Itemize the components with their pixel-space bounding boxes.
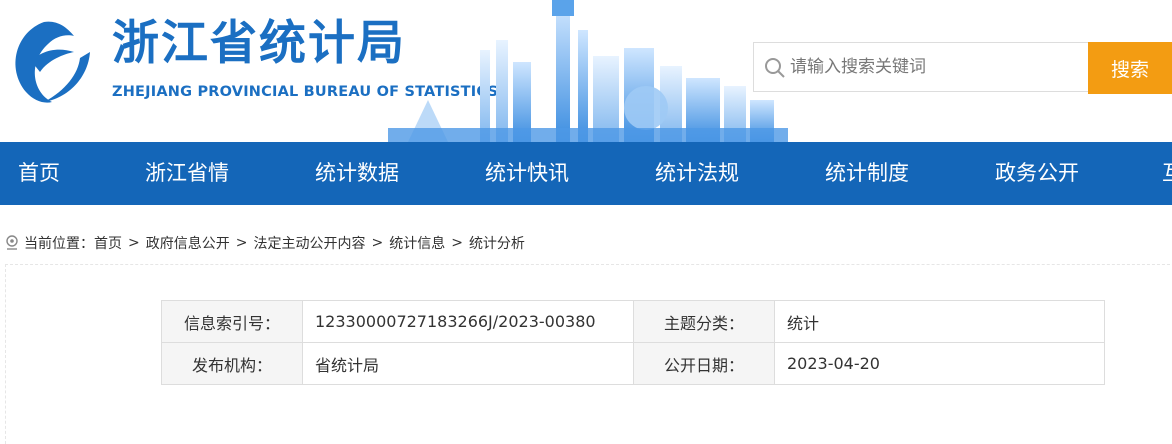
publisher-label: 发布机构： <box>161 342 303 385</box>
breadcrumb-statistics-analysis[interactable]: 统计分析 <box>469 233 525 253</box>
topic-label: 主题分类： <box>633 300 775 343</box>
publisher-value: 省统计局 <box>302 342 634 385</box>
document-info-table: 信息索引号： 12330000727183266J/2023-00380 主题分… <box>161 300 1105 385</box>
table-row: 信息索引号： 12330000727183266J/2023-00380 主题分… <box>161 300 1105 343</box>
breadcrumb-prefix: 当前位置： <box>24 236 94 252</box>
nav-item-province-info[interactable]: 浙江省情 <box>145 142 229 205</box>
city-skyline-banner <box>388 0 788 142</box>
table-row: 发布机构： 省统计局 公开日期： 2023-04-20 <box>161 342 1105 385</box>
search-icon <box>765 58 785 78</box>
breadcrumb-home[interactable]: 首页 <box>94 233 122 253</box>
nav-item-statistics-system[interactable]: 统计制度 <box>825 142 909 205</box>
location-pin-icon <box>6 235 18 250</box>
breadcrumb-separator: > <box>451 235 463 251</box>
nav-item-statistics-data[interactable]: 统计数据 <box>315 142 399 205</box>
search-box <box>753 42 1088 92</box>
nav-item-home[interactable]: 首页 <box>18 142 60 205</box>
nav-item-government-affairs[interactable]: 政务公开 <box>995 142 1079 205</box>
topic-value: 统计 <box>774 300 1105 343</box>
search-button[interactable]: 搜索 <box>1088 42 1172 94</box>
site-title: 浙江省统计局 <box>112 16 406 71</box>
nav-item-interaction[interactable]: 互 <box>1162 142 1172 205</box>
breadcrumb-separator: > <box>371 235 384 251</box>
breadcrumb-statistics-info[interactable]: 统计信息 <box>389 233 445 253</box>
bureau-logo-icon[interactable] <box>4 18 92 104</box>
breadcrumb-gov-info[interactable]: 政府信息公开 <box>146 233 230 253</box>
main-nav: 首页 浙江省情 统计数据 统计快讯 统计法规 统计制度 政务公开 互 <box>0 142 1172 205</box>
nav-item-statistics-news[interactable]: 统计快讯 <box>485 142 569 205</box>
index-label: 信息索引号： <box>161 300 303 343</box>
breadcrumb: 当前位置： 首页 > 政府信息公开 > 法定主动公开内容 > 统计信息 > 统计… <box>5 231 525 255</box>
nav-item-statistics-law[interactable]: 统计法规 <box>655 142 739 205</box>
search-input[interactable] <box>790 43 1080 91</box>
site-header: 浙江省统计局 ZHEJIANG PROVINCIAL BUREAU OF STA… <box>0 0 1172 142</box>
index-value: 12330000727183266J/2023-00380 <box>302 300 634 343</box>
breadcrumb-statutory-content[interactable]: 法定主动公开内容 <box>253 233 365 253</box>
date-value: 2023-04-20 <box>774 342 1105 385</box>
breadcrumb-separator: > <box>128 235 140 251</box>
date-label: 公开日期： <box>633 342 775 385</box>
breadcrumb-separator: > <box>235 235 248 251</box>
